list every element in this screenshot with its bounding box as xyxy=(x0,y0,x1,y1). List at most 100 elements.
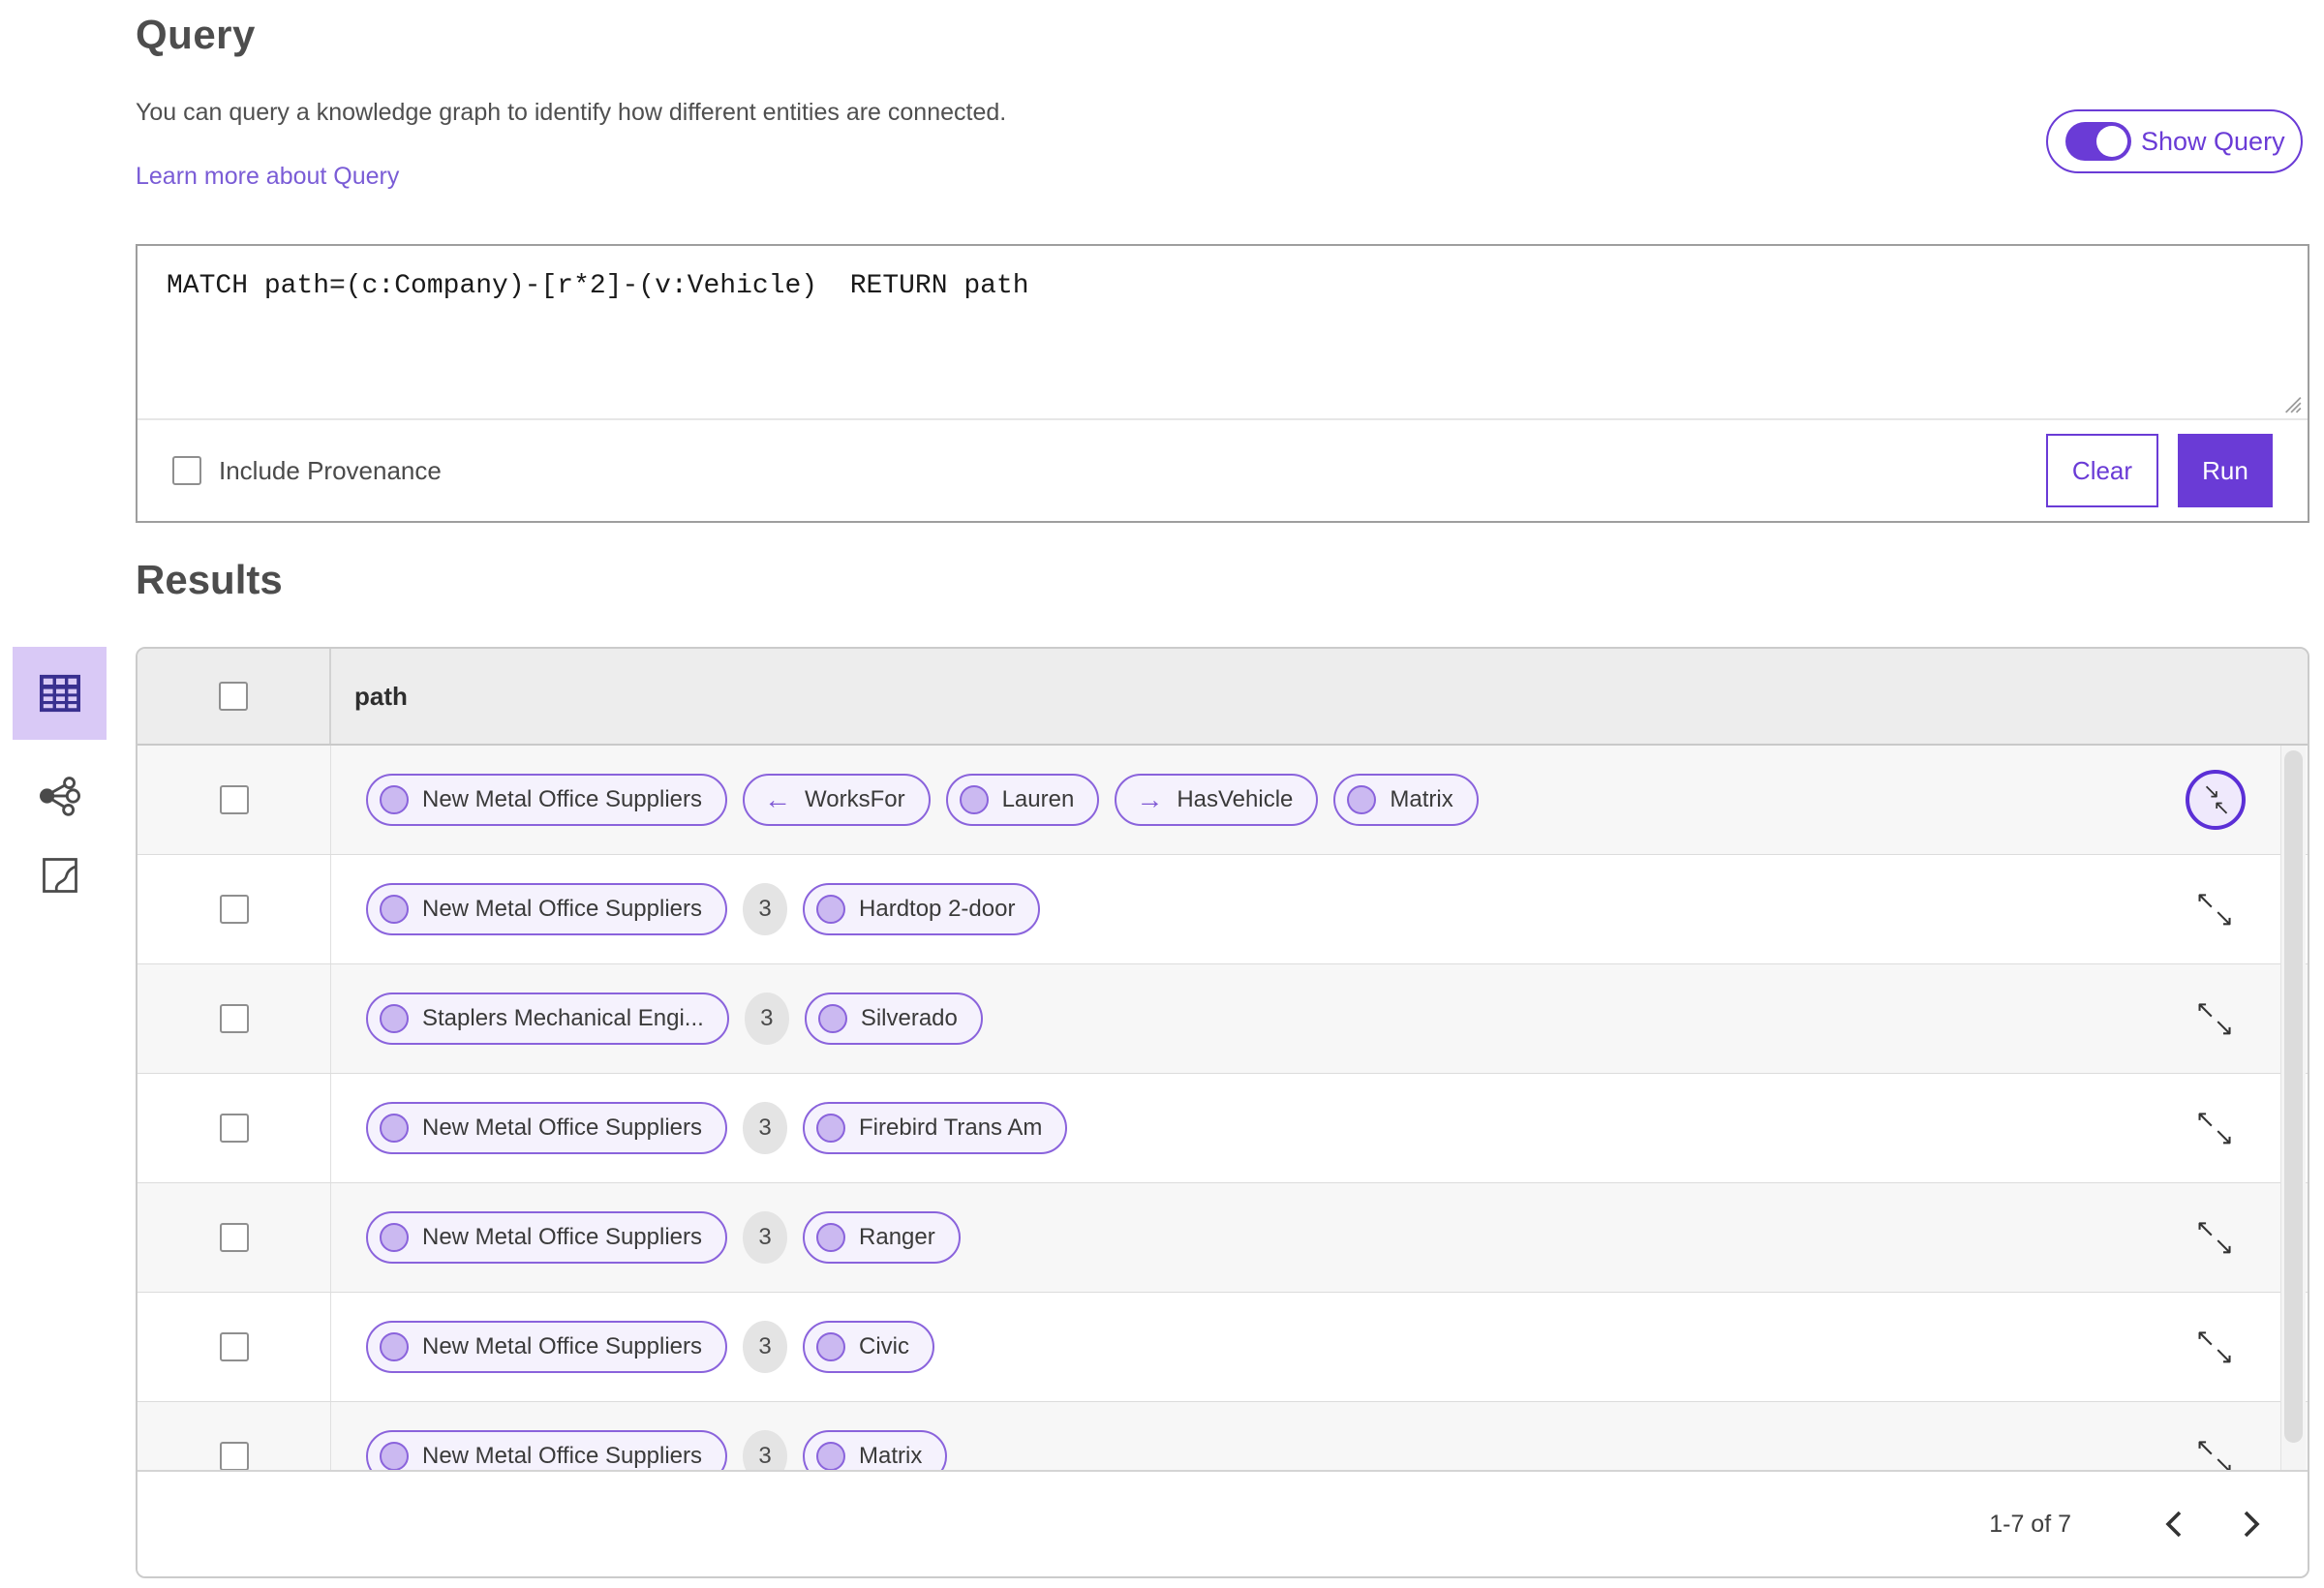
graph-view-icon xyxy=(39,777,80,816)
expand-icon: ↘ xyxy=(2214,1451,2234,1472)
toggle-switch-icon[interactable] xyxy=(2065,122,2131,161)
expand-icon: ↖ xyxy=(2195,996,2216,1023)
chevron-left-icon xyxy=(2165,1511,2182,1538)
expand-icon: ↖ xyxy=(2195,1434,2216,1461)
entity-pill[interactable]: New Metal Office Suppliers xyxy=(366,774,728,826)
table-row: New Metal Office Suppliers 3 Ranger ↖ ↘ xyxy=(138,1183,2308,1293)
left-arrow-icon: ← xyxy=(764,784,792,814)
query-page: Query You can query a knowledge graph to… xyxy=(0,0,2324,1588)
entity-node-icon xyxy=(816,1332,846,1361)
expand-icon: ↖ xyxy=(2195,1106,2216,1133)
entity-label: Lauren xyxy=(1001,786,1075,812)
entity-pill[interactable]: Ranger xyxy=(803,1211,961,1264)
expand-row-button[interactable]: ↖ ↘ xyxy=(2193,1325,2236,1369)
entity-node-icon xyxy=(959,785,989,814)
previous-page-button[interactable] xyxy=(2153,1503,2195,1545)
expand-row-button[interactable]: ↖ ↘ xyxy=(2193,996,2236,1041)
map-view-button[interactable] xyxy=(13,837,107,914)
clear-button[interactable]: Clear xyxy=(2046,434,2158,507)
row-checkbox-cell xyxy=(138,746,331,854)
entity-pill[interactable]: Hardtop 2-door xyxy=(803,883,1041,935)
expand-icon: ↖ xyxy=(2195,887,2216,914)
entity-node-icon xyxy=(380,1114,409,1143)
entity-pill[interactable]: New Metal Office Suppliers xyxy=(366,1430,728,1472)
map-view-icon xyxy=(42,858,77,893)
entity-pill[interactable]: Lauren xyxy=(945,774,1100,826)
page-range-label: 1-7 of 7 xyxy=(1989,1510,2071,1538)
select-row-checkbox[interactable] xyxy=(219,1332,249,1361)
table-row: New Metal Office Suppliers 3 Matrix ↖ ↘ xyxy=(138,1402,2308,1472)
expand-row-button[interactable]: ↖ ↘ xyxy=(2193,1215,2236,1260)
entity-node-icon xyxy=(1347,785,1377,814)
run-button[interactable]: Run xyxy=(2178,434,2273,507)
table-row: New Metal Office Suppliers 3 Hardtop 2-doo… xyxy=(138,855,2308,964)
query-input[interactable]: MATCH path=(c:Company)-[r*2]-(v:Vehicle)… xyxy=(138,246,2308,418)
entity-label: Matrix xyxy=(1390,786,1453,812)
entity-node-icon xyxy=(816,1442,846,1471)
resize-handle-icon[interactable] xyxy=(2278,389,2303,414)
query-panel: MATCH path=(c:Company)-[r*2]-(v:Vehicle)… xyxy=(136,244,2309,523)
entity-node-icon xyxy=(816,895,846,924)
expand-icon: ↖ xyxy=(2195,1325,2216,1352)
expand-icon: ↘ xyxy=(2214,1123,2234,1150)
entity-pill[interactable]: New Metal Office Suppliers xyxy=(366,883,728,935)
hop-count-badge: 3 xyxy=(743,1321,788,1373)
select-row-checkbox[interactable] xyxy=(219,895,249,924)
include-provenance-checkbox[interactable] xyxy=(172,456,201,485)
entity-pill[interactable]: New Metal Office Suppliers xyxy=(366,1102,728,1154)
expand-icon: ↘ xyxy=(2214,904,2234,931)
collapse-row-button[interactable]: ↘ ↖ xyxy=(2186,770,2246,830)
hop-count-badge: 3 xyxy=(743,883,788,935)
expand-icon: ↘ xyxy=(2214,1342,2234,1369)
page-description: You can query a knowledge graph to ident… xyxy=(136,99,1007,126)
row-checkbox-cell xyxy=(138,1293,331,1401)
hop-count-badge: 3 xyxy=(744,992,789,1045)
toggle-knob xyxy=(2096,126,2127,157)
entity-pill[interactable]: Civic xyxy=(803,1321,935,1373)
select-row-checkbox[interactable] xyxy=(219,785,249,814)
select-row-checkbox[interactable] xyxy=(219,1223,249,1252)
expand-row-button[interactable]: ↖ ↘ xyxy=(2193,1434,2236,1472)
entity-node-icon xyxy=(380,1223,409,1252)
entity-label: New Metal Office Suppliers xyxy=(422,786,703,812)
page-title: Query xyxy=(136,12,256,57)
expand-row-button[interactable]: ↖ ↘ xyxy=(2193,1106,2236,1150)
collapse-icon: ↖ xyxy=(2213,797,2230,819)
select-row-checkbox[interactable] xyxy=(219,1114,249,1143)
expand-row-button[interactable]: ↖ ↘ xyxy=(2193,887,2236,931)
row-checkbox-cell xyxy=(138,1402,331,1472)
entity-node-icon xyxy=(816,1114,846,1143)
entity-label: Matrix xyxy=(859,1443,923,1469)
path-cell: New Metal Office Suppliers 3 Hardtop 2-doo… xyxy=(331,855,2308,963)
table-view-button[interactable] xyxy=(13,647,107,740)
query-footer: Include Provenance Clear Run xyxy=(138,420,2308,521)
entity-pill[interactable]: Firebird Trans Am xyxy=(803,1102,1068,1154)
entity-pill[interactable]: Matrix xyxy=(803,1430,948,1472)
results-title: Results xyxy=(136,557,283,602)
select-row-checkbox[interactable] xyxy=(219,1442,249,1471)
select-row-checkbox[interactable] xyxy=(219,1004,249,1033)
entity-node-icon xyxy=(817,1004,847,1033)
relationship-pill[interactable]: → HasVehicle xyxy=(1115,774,1319,826)
scrollbar-thumb[interactable] xyxy=(2284,750,2303,1443)
show-query-toggle[interactable]: Show Query xyxy=(2046,109,2303,173)
path-cell: New Metal Office Suppliers 3 Matrix ↖ ↘ xyxy=(331,1402,2308,1472)
entity-pill[interactable]: Staplers Mechanical Engi... xyxy=(366,992,729,1045)
entity-pill[interactable]: New Metal Office Suppliers xyxy=(366,1321,728,1373)
entity-pill[interactable]: New Metal Office Suppliers xyxy=(366,1211,728,1264)
relationship-pill[interactable]: ← WorksFor xyxy=(743,774,931,826)
row-checkbox-cell xyxy=(138,1183,331,1292)
entity-label: Firebird Trans Am xyxy=(859,1115,1043,1141)
next-page-button[interactable] xyxy=(2230,1503,2273,1545)
graph-view-button[interactable] xyxy=(13,757,107,835)
select-all-checkbox[interactable] xyxy=(219,682,248,711)
entity-label: New Metal Office Suppliers xyxy=(422,896,703,922)
learn-more-link[interactable]: Learn more about Query xyxy=(136,163,399,191)
entity-pill[interactable]: Matrix xyxy=(1333,774,1479,826)
entity-label: Silverado xyxy=(860,1005,958,1031)
table-row: New Metal Office Suppliers 3 Civic ↖ ↘ xyxy=(138,1293,2308,1402)
entity-pill[interactable]: Silverado xyxy=(804,992,983,1045)
show-query-label: Show Query xyxy=(2141,126,2285,156)
path-cell: Staplers Mechanical Engi... 3 Silverado ↖ ↘ xyxy=(331,964,2308,1073)
entity-label: Staplers Mechanical Engi... xyxy=(422,1005,704,1031)
